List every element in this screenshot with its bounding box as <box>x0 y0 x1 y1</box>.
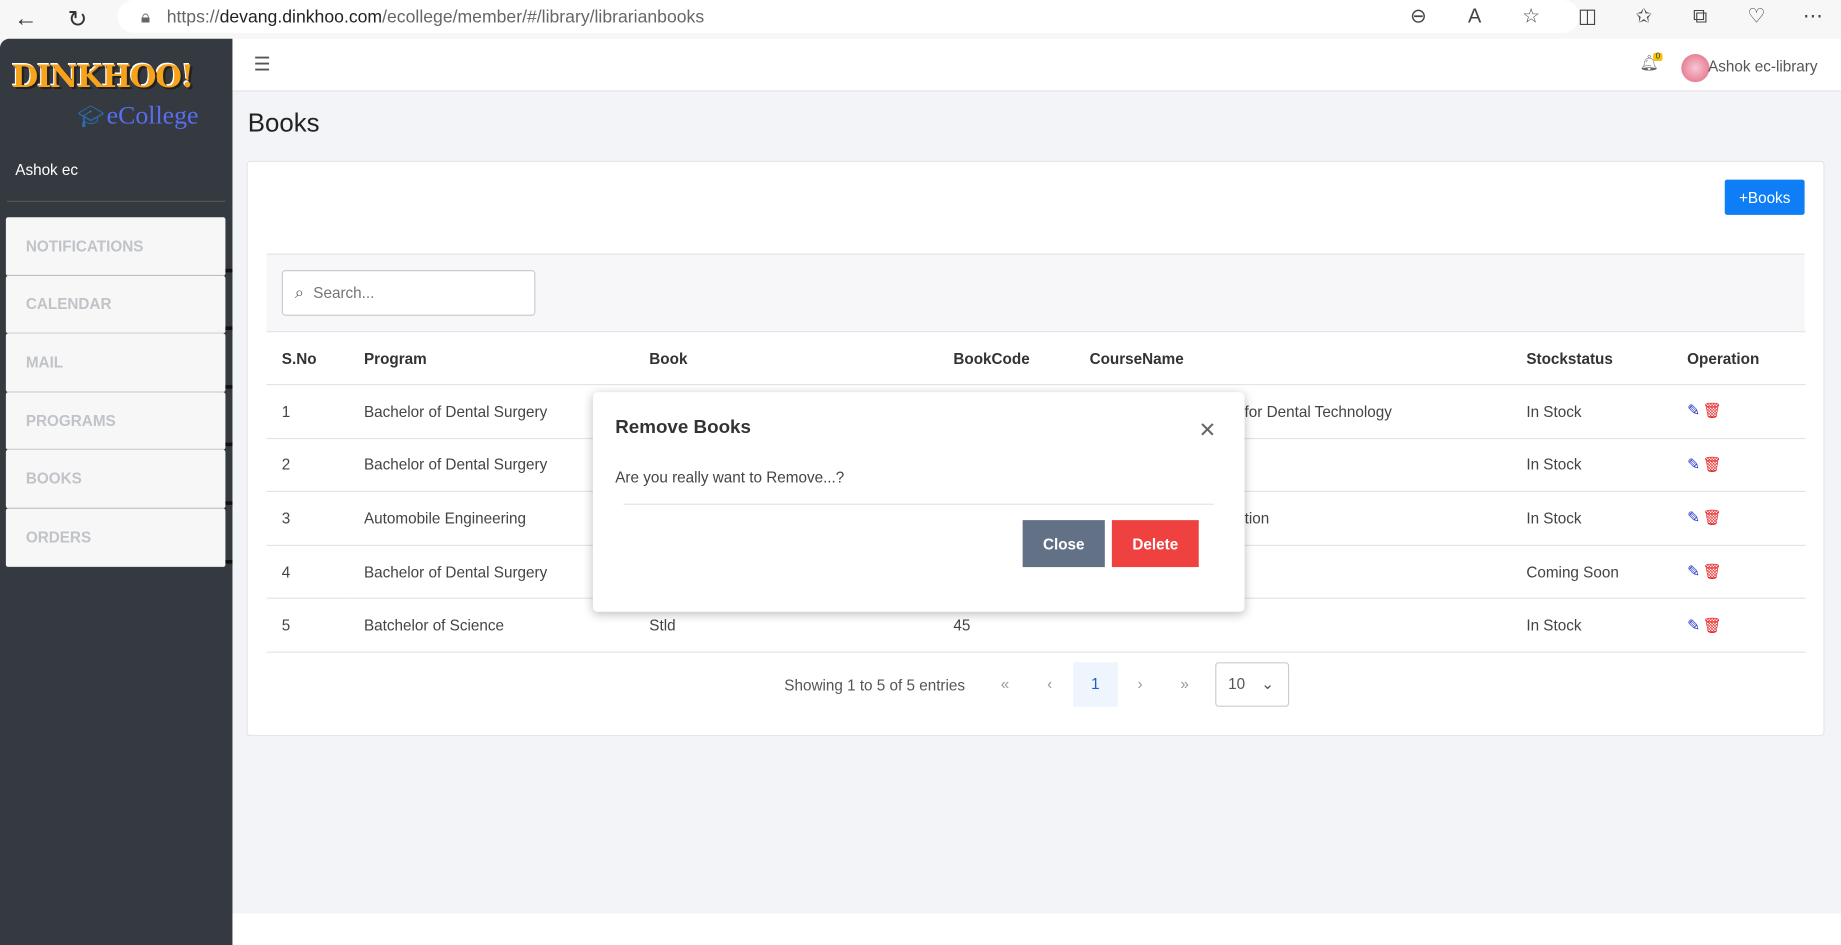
cell-sno: 1 <box>266 384 349 439</box>
cell-program: Automobile Engineering <box>348 491 635 546</box>
search-input[interactable] <box>313 284 513 302</box>
favorites-icon[interactable]: ✩ <box>1616 5 1672 28</box>
col-book[interactable]: Book <box>634 331 939 386</box>
cell-sno: 5 <box>266 598 349 653</box>
cell-stockstatus: In Stock <box>1511 491 1672 546</box>
remove-books-modal: Remove Books ✕ Are you really want to Re… <box>592 392 1245 612</box>
next-page-button[interactable]: › <box>1118 662 1163 707</box>
sidebar-item-mail[interactable]: MAIL <box>5 333 233 392</box>
health-icon[interactable]: ♡ <box>1728 5 1784 28</box>
col-sno[interactable]: S.No <box>266 331 349 386</box>
col-program[interactable]: Program <box>348 331 635 386</box>
footer <box>232 913 1841 945</box>
more-icon[interactable]: ⋯ <box>1785 5 1841 28</box>
col-coursename[interactable]: CourseName <box>1074 331 1512 386</box>
edit-icon[interactable]: ✎ <box>1687 616 1700 634</box>
cell-operation: ✎ 🗑︎ <box>1671 545 1806 600</box>
graduation-cap-icon: 🎓︎ <box>77 104 105 128</box>
search-box: ⌕ <box>281 270 536 316</box>
divider <box>7 200 226 202</box>
cell-stockstatus: In Stock <box>1511 438 1672 493</box>
edit-icon[interactable]: ✎ <box>1687 402 1700 420</box>
reload-icon[interactable]: ↻ <box>52 5 104 34</box>
sidebar-item-books[interactable]: BOOKS <box>5 450 233 509</box>
prev-page-button[interactable]: ‹ <box>1027 662 1072 707</box>
logo: DINKHOO! <box>11 59 194 96</box>
address-bar[interactable]: 🔒︎ https://devang.dinkhoo.com/ecollege/m… <box>117 0 1580 33</box>
cell-operation: ✎ 🗑︎ <box>1671 438 1806 493</box>
edit-icon[interactable]: ✎ <box>1687 455 1700 473</box>
trash-icon[interactable]: 🗑︎ <box>1702 616 1721 634</box>
browser-toolbar: ← ↻ 🔒︎ https://devang.dinkhoo.com/ecolle… <box>0 0 1841 39</box>
sidebar-user-name: Ashok ec <box>15 160 79 179</box>
sidebar-item-notifications[interactable]: NOTIFICATIONS <box>5 217 233 276</box>
url-path: /ecollege/member/#/library/librarianbook… <box>382 6 705 27</box>
read-aloud-icon[interactable]: A <box>1446 5 1502 28</box>
trash-icon[interactable]: 🗑︎ <box>1702 509 1721 527</box>
url-prefix: https:// <box>166 6 220 27</box>
sidebar-item-programs[interactable]: PROGRAMS <box>5 391 233 451</box>
divider <box>623 503 1215 505</box>
last-page-button[interactable]: » <box>1162 662 1207 707</box>
cell-program: Batchelor of Science <box>348 598 635 653</box>
lock-icon: 🔒︎ <box>140 6 151 27</box>
logo-sub-text: eCollege <box>106 99 199 130</box>
menu-toggle-icon[interactable]: ☰ <box>254 53 271 76</box>
edit-icon[interactable]: ✎ <box>1687 562 1700 580</box>
page-1-button[interactable]: 1 <box>1073 662 1118 707</box>
page-size-value: 10 <box>1228 675 1246 693</box>
col-stockstatus[interactable]: Stockstatus <box>1511 331 1672 386</box>
split-screen-icon[interactable]: ◫ <box>1559 5 1615 28</box>
chevron-down-icon: ⌄ <box>1261 675 1274 693</box>
logo-subtitle: 🎓︎ eCollege <box>77 100 198 131</box>
cell-program: Bachelor of Dental Surgery <box>348 384 635 439</box>
collections-icon[interactable]: ⧉ <box>1672 5 1728 28</box>
search-icon: ⌕ <box>294 282 304 302</box>
notification-badge: 0 <box>1653 52 1663 62</box>
delete-button[interactable]: Delete <box>1111 520 1199 568</box>
zoom-out-icon[interactable]: ⊖ <box>1390 5 1446 28</box>
cell-sno: 2 <box>266 438 349 493</box>
cell-operation: ✎ 🗑︎ <box>1671 598 1806 653</box>
favorite-icon[interactable]: ☆ <box>1503 5 1559 28</box>
first-page-button[interactable]: « <box>983 662 1028 707</box>
cell-program: Bachelor of Dental Surgery <box>348 438 635 493</box>
sidebar-item-orders[interactable]: ORDERS <box>5 508 233 567</box>
cell-program: Bachelor of Dental Surgery <box>348 545 635 600</box>
trash-icon[interactable]: 🗑︎ <box>1702 455 1721 473</box>
cell-stockstatus: In Stock <box>1511 598 1672 653</box>
col-bookcode[interactable]: BookCode <box>938 331 1075 386</box>
entries-info: Showing 1 to 5 of 5 entries <box>784 675 966 694</box>
url-domain: devang.dinkhoo.com <box>219 6 383 27</box>
edit-icon[interactable]: ✎ <box>1687 509 1700 527</box>
page-title: Books <box>247 108 320 138</box>
close-icon[interactable]: ✕ <box>1199 418 1217 443</box>
trash-icon[interactable]: 🗑︎ <box>1702 402 1721 420</box>
cell-sno: 3 <box>266 491 349 546</box>
sidebar-item-calendar[interactable]: CALENDAR <box>5 275 233 334</box>
cell-sno: 4 <box>266 545 349 600</box>
topbar: ☰ 🔔︎ 0 Ashok ec-library <box>232 38 1841 92</box>
add-book-button[interactable]: +Books <box>1724 179 1805 215</box>
close-button[interactable]: Close <box>1022 520 1105 568</box>
avatar[interactable] <box>1681 54 1710 83</box>
trash-icon[interactable]: 🗑︎ <box>1702 562 1721 580</box>
cell-stockstatus: In Stock <box>1511 384 1672 439</box>
col-operation: Operation <box>1671 331 1806 386</box>
back-icon[interactable]: ← <box>0 6 52 33</box>
cell-operation: ✎ 🗑︎ <box>1671 491 1806 546</box>
cell-operation: ✎ 🗑︎ <box>1671 384 1806 439</box>
sidebar: DINKHOO! 🎓︎ eCollege Ashok ec NOTIFICATIO… <box>0 38 233 945</box>
page-size-select[interactable]: 10 ⌄ <box>1215 662 1290 707</box>
user-menu[interactable]: Ashok ec-library <box>1708 58 1817 76</box>
pagination: Showing 1 to 5 of 5 entries « ‹ 1 › » 10… <box>248 662 1824 707</box>
modal-message: Are you really want to Remove...? <box>615 468 845 487</box>
modal-title: Remove Books <box>615 417 751 438</box>
cell-stockstatus: Coming Soon <box>1511 545 1672 600</box>
